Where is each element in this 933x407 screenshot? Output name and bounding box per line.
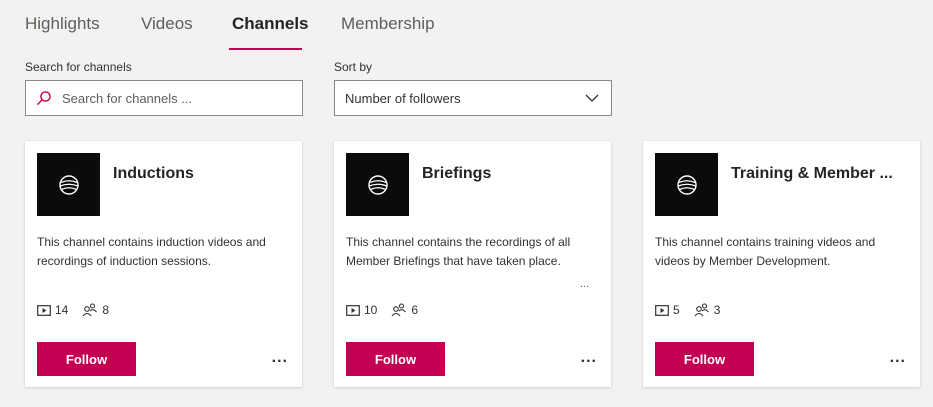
video-icon xyxy=(37,304,51,316)
tab-highlights[interactable]: Highlights xyxy=(25,14,100,34)
channel-card[interactable]: Inductions This channel contains inducti… xyxy=(25,141,302,387)
active-tab-indicator xyxy=(229,48,302,50)
channel-stats: 5 3 xyxy=(655,303,734,317)
more-options-button[interactable]: ... xyxy=(272,349,288,367)
video-count: 5 xyxy=(655,303,680,317)
channel-title[interactable]: Inductions xyxy=(113,165,194,183)
video-count-value: 10 xyxy=(364,303,378,317)
video-count: 14 xyxy=(37,303,68,317)
follower-count-value: 6 xyxy=(411,303,419,317)
search-label: Search for channels xyxy=(25,60,132,74)
video-icon xyxy=(346,304,360,316)
channel-stats: 10 6 xyxy=(346,303,432,317)
follow-button[interactable]: Follow xyxy=(346,342,445,376)
channel-card[interactable]: Training & Member ... This channel conta… xyxy=(643,141,920,387)
channel-thumbnail xyxy=(655,153,718,216)
channel-card[interactable]: Briefings This channel contains the reco… xyxy=(334,141,611,387)
video-count: 10 xyxy=(346,303,377,317)
channel-description: This channel contains the recordings of … xyxy=(346,235,571,268)
search-icon xyxy=(37,91,51,105)
description-truncation: ... xyxy=(579,278,589,290)
channel-title[interactable]: Training & Member ... xyxy=(731,165,893,183)
follower-count: 8 xyxy=(82,303,109,317)
more-options-button[interactable]: ... xyxy=(581,349,597,367)
tab-channels[interactable]: Channels xyxy=(232,14,309,34)
chevron-down-icon xyxy=(585,94,599,102)
follow-button[interactable]: Follow xyxy=(655,342,754,376)
globe-logo-icon xyxy=(676,174,697,195)
tab-videos[interactable]: Videos xyxy=(141,14,193,34)
search-input[interactable] xyxy=(62,90,282,106)
video-icon xyxy=(655,304,669,316)
globe-logo-icon xyxy=(58,174,79,195)
sort-label: Sort by xyxy=(334,60,373,74)
follower-count-value: 8 xyxy=(102,303,110,317)
channel-thumbnail xyxy=(37,153,100,216)
followers-icon xyxy=(391,303,407,317)
more-options-button[interactable]: ... xyxy=(890,349,906,367)
followers-icon xyxy=(694,303,709,317)
channel-thumbnail xyxy=(346,153,409,216)
sort-dropdown[interactable]: Number of followers xyxy=(334,80,612,116)
channel-title[interactable]: Briefings xyxy=(422,165,491,183)
follower-count: 3 xyxy=(694,303,721,317)
channel-description: This channel contains induction videos a… xyxy=(37,235,266,268)
channel-stats: 14 8 xyxy=(37,303,123,317)
sort-value: Number of followers xyxy=(345,90,461,106)
tab-membership[interactable]: Membership xyxy=(341,14,435,34)
channel-description: This channel contains training videos an… xyxy=(655,235,876,268)
video-count-value: 14 xyxy=(55,303,69,317)
followers-icon xyxy=(82,303,98,317)
follow-button[interactable]: Follow xyxy=(37,342,136,376)
follower-count: 6 xyxy=(391,303,418,317)
globe-logo-icon xyxy=(367,174,388,195)
search-box[interactable] xyxy=(25,80,303,116)
video-count-value: 5 xyxy=(673,303,680,317)
follower-count-value: 3 xyxy=(713,303,721,317)
